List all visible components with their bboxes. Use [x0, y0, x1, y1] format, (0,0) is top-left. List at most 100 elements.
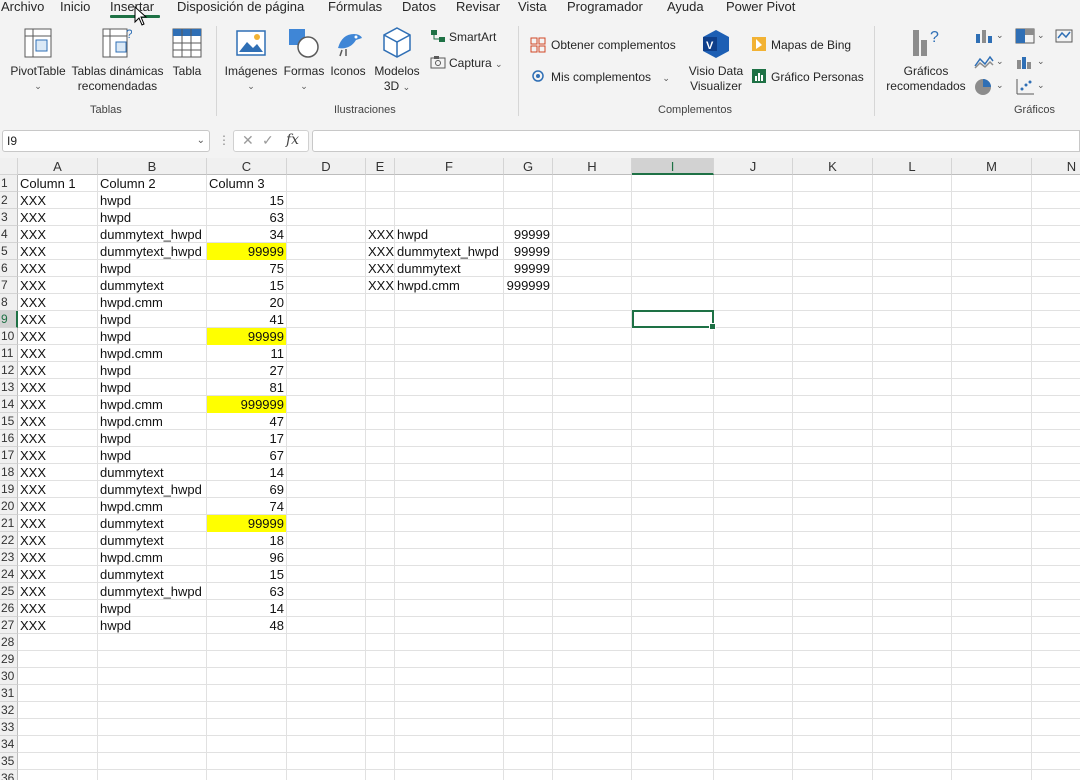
table-cell[interactable]: hwpd [98, 617, 206, 634]
name-box[interactable]: I9 ⌄ [2, 130, 210, 152]
enter-icon[interactable]: ✓ [262, 132, 274, 149]
row-header-30[interactable]: 30 [0, 668, 18, 685]
scatter-chart-icon[interactable] [1015, 78, 1035, 96]
visio-visualizer-button[interactable]: Visio Data Visualizer [686, 64, 746, 94]
table-cell[interactable]: XXX [18, 600, 97, 617]
insert-function-icon[interactable]: fx [286, 132, 299, 148]
table-cell[interactable]: hwpd [98, 209, 206, 226]
table-cell[interactable]: XXX [18, 583, 97, 600]
chevron-down-icon[interactable]: ⌄ [996, 30, 1004, 41]
cancel-icon[interactable]: ✕ [242, 132, 254, 149]
table-cell[interactable]: XXX [18, 209, 97, 226]
table-cell[interactable]: dummytext [98, 532, 206, 549]
table-cell[interactable]: dummytext_hwpd [98, 226, 206, 243]
table-cell[interactable]: 34 [207, 226, 286, 243]
column-header-h[interactable]: H [553, 158, 632, 175]
row-header-34[interactable]: 34 [0, 736, 18, 753]
chevron-down-icon[interactable]: ⌄ [996, 56, 1004, 67]
row-header-13[interactable]: 13 [0, 379, 18, 396]
table-button[interactable]: Tabla [168, 64, 206, 79]
table-cell[interactable]: 20 [207, 294, 286, 311]
get-addins-button[interactable]: Obtener complementos [551, 38, 676, 52]
screenshot-button[interactable]: Captura ⌄ [449, 56, 503, 71]
row-header-31[interactable]: 31 [0, 685, 18, 702]
table-cell[interactable]: dummytext [98, 277, 206, 294]
lookup-cell[interactable]: XXX [366, 260, 394, 277]
column-header-c[interactable]: C [207, 158, 287, 175]
table-cell[interactable]: dummytext_hwpd [98, 243, 206, 260]
row-header-7[interactable]: 7 [0, 277, 18, 294]
tab-disposicion[interactable]: Disposición de página [177, 0, 304, 18]
table-cell[interactable]: hwpd.cmm [98, 498, 206, 515]
row-header-17[interactable]: 17 [0, 447, 18, 464]
statistic-chart-icon[interactable] [1015, 54, 1035, 70]
table-cell[interactable]: 18 [207, 532, 286, 549]
chevron-down-icon[interactable]: ⌄ [1037, 80, 1045, 91]
table-cell[interactable]: XXX [18, 226, 97, 243]
table-cell[interactable]: XXX [18, 413, 97, 430]
column-header-d[interactable]: D [287, 158, 366, 175]
table-cell[interactable]: 81 [207, 379, 286, 396]
table-cell[interactable]: 74 [207, 498, 286, 515]
formula-input[interactable] [312, 130, 1080, 152]
table-cell[interactable]: XXX [18, 379, 97, 396]
lookup-cell[interactable]: XXX [366, 226, 394, 243]
table-cell[interactable]: hwpd [98, 430, 206, 447]
chevron-down-icon[interactable]: ⌄ [197, 131, 205, 151]
lookup-cell[interactable]: hwpd.cmm [395, 277, 503, 294]
table-cell[interactable]: hwpd.cmm [98, 396, 206, 413]
tab-power-pivot[interactable]: Power Pivot [726, 0, 795, 18]
row-header-21[interactable]: 21 [0, 515, 18, 532]
table-cell[interactable]: hwpd [98, 260, 206, 277]
table-cell[interactable]: XXX [18, 277, 97, 294]
table-cell[interactable]: 14 [207, 464, 286, 481]
row-header-3[interactable]: 3 [0, 209, 18, 226]
table-cell[interactable]: hwpd [98, 600, 206, 617]
recommended-charts-button[interactable]: Gráficos recomendados [882, 64, 970, 94]
column-header-l[interactable]: L [873, 158, 952, 175]
active-cell-selection[interactable] [632, 310, 716, 330]
table-cell[interactable]: dummytext [98, 566, 206, 583]
table-cell[interactable]: hwpd [98, 311, 206, 328]
3d-models-button[interactable]: Modelos 3D ⌄ [372, 64, 422, 95]
table-cell[interactable]: XXX [18, 430, 97, 447]
table-cell[interactable]: XXX [18, 498, 97, 515]
tab-programador[interactable]: Programador [567, 0, 643, 18]
table-cell[interactable]: XXX [18, 362, 97, 379]
lookup-cell[interactable]: 99999 [504, 243, 552, 260]
pivottable-button[interactable]: PivotTable ⌄ [9, 64, 67, 94]
line-chart-icon[interactable] [974, 54, 994, 70]
table-cell[interactable]: XXX [18, 192, 97, 209]
table-cell[interactable]: XXX [18, 260, 97, 277]
column-header-j[interactable]: J [714, 158, 793, 175]
row-header-25[interactable]: 25 [0, 583, 18, 600]
table-cell[interactable]: 75 [207, 260, 286, 277]
row-header-1[interactable]: 1 [0, 175, 18, 192]
table-cell[interactable]: 99999 [207, 243, 286, 260]
row-header-33[interactable]: 33 [0, 719, 18, 736]
column-header-b[interactable]: B [98, 158, 207, 175]
row-header-5[interactable]: 5 [0, 243, 18, 260]
row-header-26[interactable]: 26 [0, 600, 18, 617]
column-header-m[interactable]: M [952, 158, 1032, 175]
table-cell[interactable]: dummytext_hwpd [98, 481, 206, 498]
table-cell[interactable]: 27 [207, 362, 286, 379]
table-cell[interactable]: hwpd.cmm [98, 549, 206, 566]
column-header-k[interactable]: K [793, 158, 873, 175]
row-header-16[interactable]: 16 [0, 430, 18, 447]
row-header-15[interactable]: 15 [0, 413, 18, 430]
smartart-button[interactable]: SmartArt [449, 30, 496, 44]
row-header-8[interactable]: 8 [0, 294, 18, 311]
row-header-27[interactable]: 27 [0, 617, 18, 634]
lookup-cell[interactable]: XXX [366, 277, 394, 294]
table-cell[interactable]: 47 [207, 413, 286, 430]
table-cell[interactable]: 63 [207, 209, 286, 226]
table-cell[interactable]: 11 [207, 345, 286, 362]
table-cell[interactable]: XXX [18, 481, 97, 498]
table-cell[interactable]: XXX [18, 294, 97, 311]
table-cell[interactable]: XXX [18, 464, 97, 481]
column-header-f[interactable]: F [395, 158, 504, 175]
table-cell[interactable]: 14 [207, 600, 286, 617]
table-header-cell[interactable]: Column 1 [18, 175, 98, 192]
table-cell[interactable]: dummytext_hwpd [98, 583, 206, 600]
